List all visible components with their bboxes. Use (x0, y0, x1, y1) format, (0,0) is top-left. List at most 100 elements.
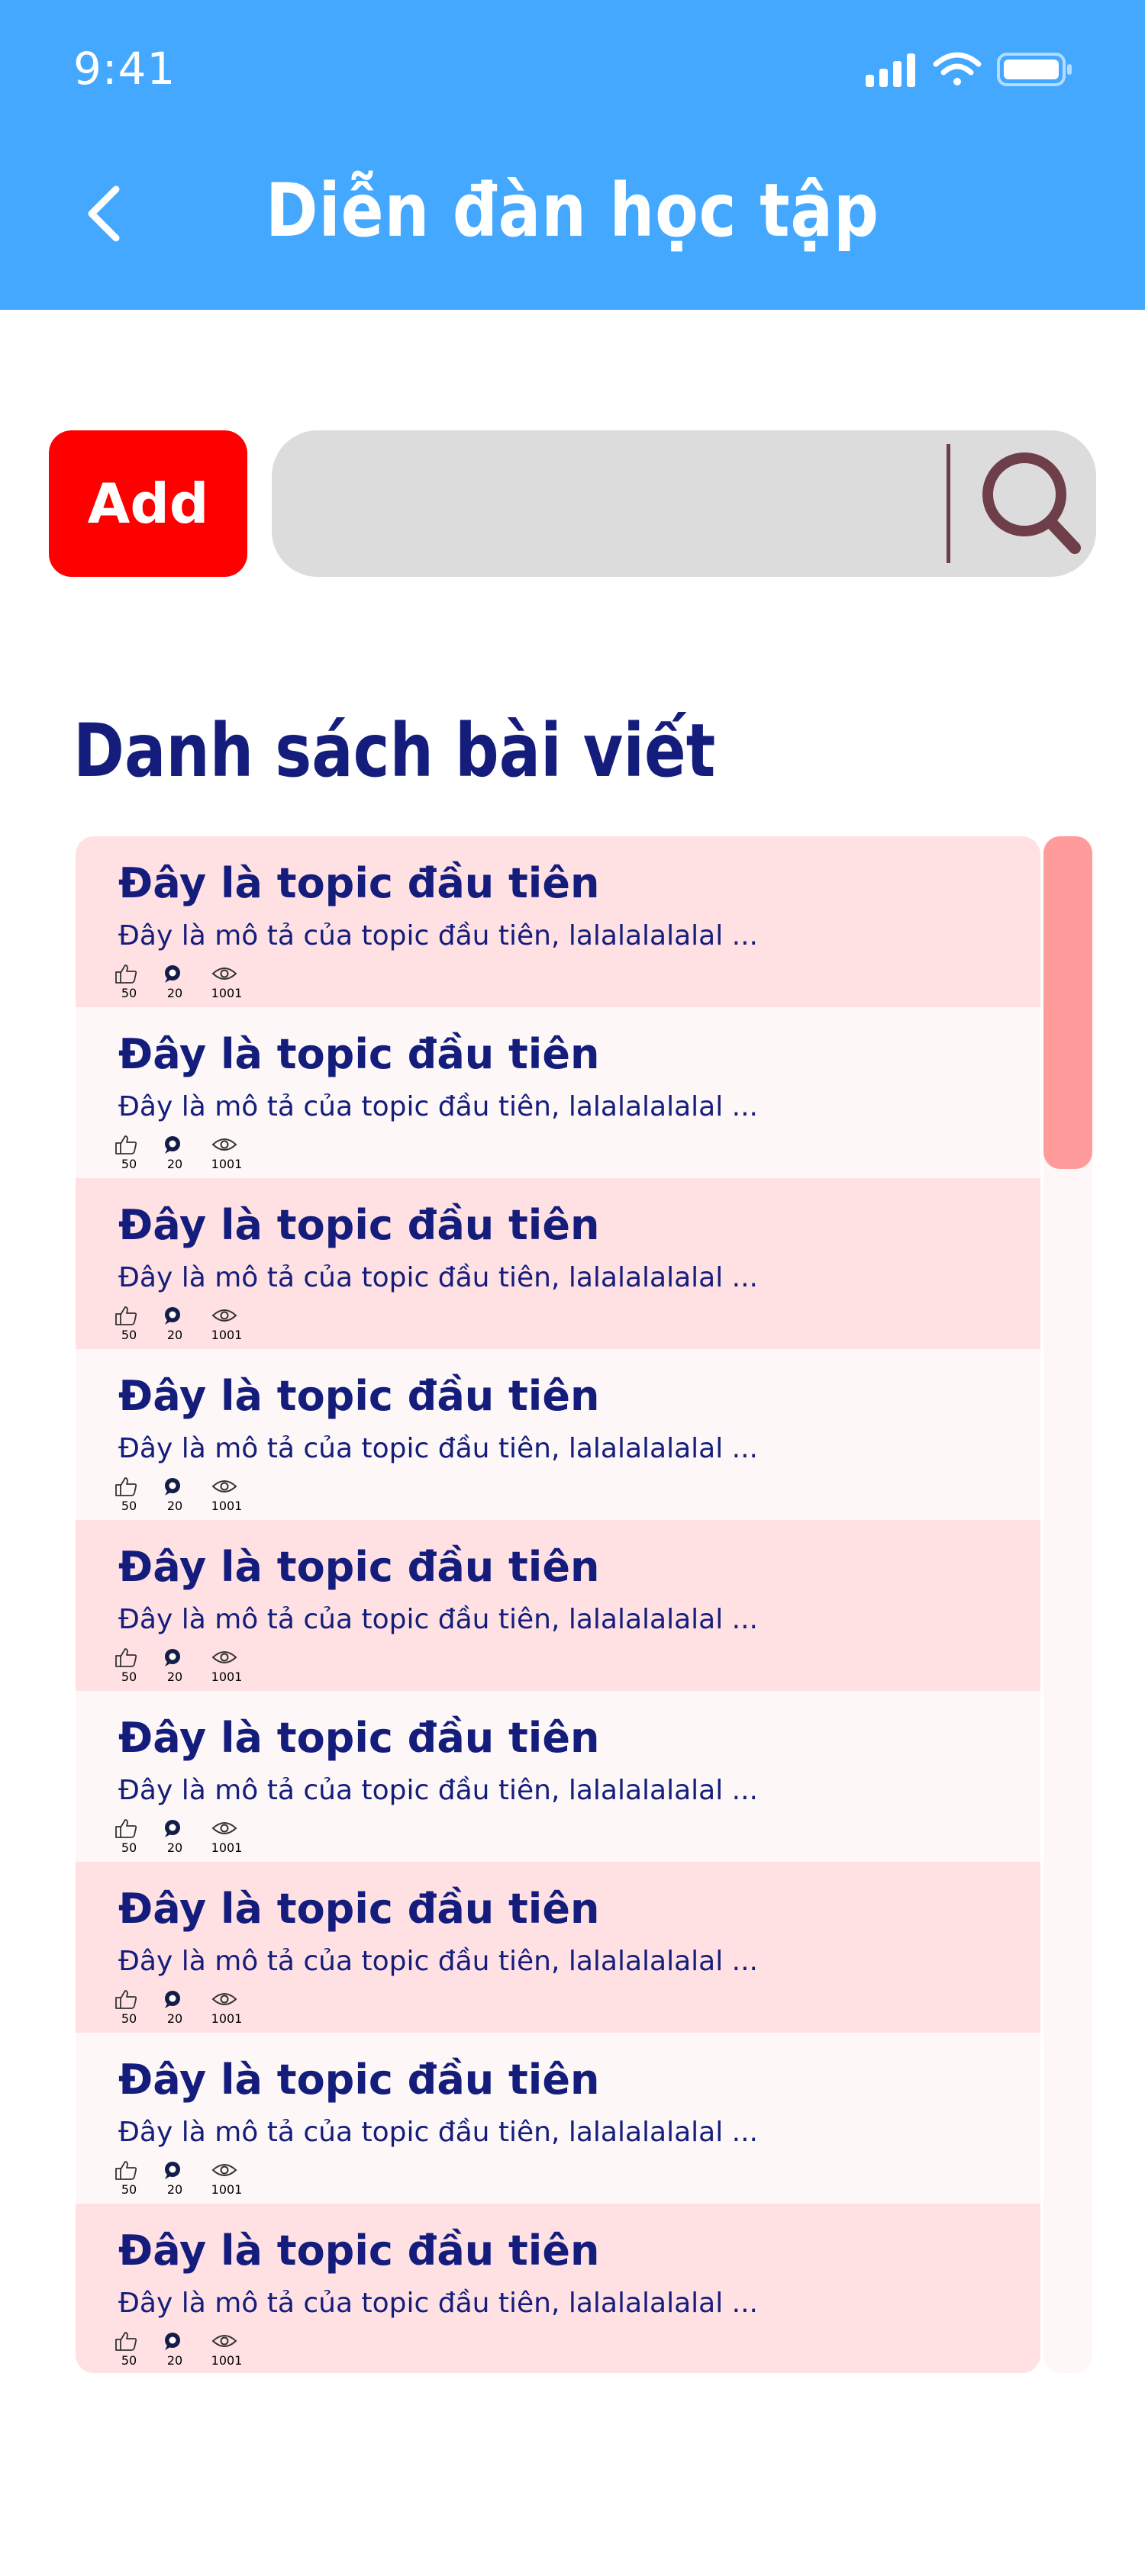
post-item-7[interactable]: Đây là topic đầu tiên Đây là mô tả của t… (76, 1862, 1040, 2033)
view-stat[interactable]: 1001 (204, 1988, 250, 2030)
search-button[interactable] (974, 443, 1089, 565)
search-input[interactable] (310, 461, 966, 546)
comment-icon (165, 1136, 180, 1154)
comment-icon (165, 1307, 180, 1325)
like-count: 50 (121, 1499, 137, 1513)
post-list-scroll[interactable]: Đây là topic đầu tiên Đây là mô tả của t… (76, 836, 1040, 2373)
like-count: 50 (121, 1840, 137, 1855)
view-stat[interactable]: 1001 (204, 2159, 250, 2201)
view-count: 1001 (211, 1157, 243, 1171)
post-description: Đây là mô tả của topic đầu tiên, lalalal… (118, 1604, 759, 1635)
like-stat[interactable]: 50 (106, 1305, 152, 1346)
view-count: 1001 (211, 1840, 243, 1855)
post-item-1[interactable]: Đây là topic đầu tiên Đây là mô tả của t… (76, 836, 1040, 1007)
comment-icon (165, 1649, 180, 1666)
like-stat[interactable]: 50 (106, 2330, 152, 2372)
eye-icon (211, 968, 237, 980)
post-description: Đây là mô tả của topic đầu tiên, lalalal… (118, 2288, 759, 2319)
like-stat[interactable]: 50 (106, 1476, 152, 1517)
comment-stat[interactable]: 20 (152, 1647, 198, 1688)
battery-icon (997, 53, 1072, 86)
like-count: 50 (121, 1157, 137, 1171)
post-title: Đây là topic đầu tiên (118, 1543, 600, 1591)
app-header: 9:41 Diễn đàn học tập (0, 0, 1145, 310)
post-item-9[interactable]: Đây là topic đầu tiên Đây là mô tả của t… (76, 2204, 1040, 2373)
comment-stat[interactable]: 20 (152, 1134, 198, 1175)
post-description: Đây là mô tả của topic đầu tiên, lalalal… (118, 1091, 759, 1122)
comment-icon (165, 2162, 180, 2179)
view-count: 1001 (211, 986, 243, 1000)
thumbs-up-icon (115, 2332, 137, 2351)
post-item-8[interactable]: Đây là topic đầu tiên Đây là mô tả của t… (76, 2033, 1040, 2204)
post-description: Đây là mô tả của topic đầu tiên, lalalal… (118, 1775, 759, 1806)
comment-count: 20 (166, 1328, 183, 1342)
like-stat[interactable]: 50 (106, 2159, 152, 2201)
signal-icon (866, 53, 915, 87)
post-item-2[interactable]: Đây là topic đầu tiên Đây là mô tả của t… (76, 1007, 1040, 1178)
like-count: 50 (121, 2182, 137, 2197)
like-count: 50 (121, 1328, 137, 1342)
like-count: 50 (121, 986, 137, 1000)
scrollbar-thumb[interactable] (1043, 836, 1092, 1169)
post-item-6[interactable]: Đây là topic đầu tiên Đây là mô tả của t… (76, 1691, 1040, 1862)
like-stat[interactable]: 50 (106, 1134, 152, 1175)
eye-icon (211, 2164, 237, 2176)
thumbs-up-icon (115, 1135, 137, 1154)
comment-count: 20 (166, 1157, 183, 1171)
like-stat[interactable]: 50 (106, 1988, 152, 2030)
thumbs-up-icon (115, 1306, 137, 1325)
view-stat[interactable]: 1001 (204, 1647, 250, 1688)
thumbs-up-icon (115, 1648, 137, 1667)
post-title: Đây là topic đầu tiên (118, 1714, 600, 1762)
like-count: 50 (121, 1670, 137, 1684)
wifi-icon (933, 52, 982, 85)
comment-stat[interactable]: 20 (152, 1818, 198, 1859)
comment-count: 20 (166, 2182, 183, 2197)
view-count: 1001 (211, 2353, 243, 2368)
like-stat[interactable]: 50 (106, 1647, 152, 1688)
view-stat[interactable]: 1001 (204, 1476, 250, 1517)
view-stat[interactable]: 1001 (204, 2330, 250, 2372)
comment-icon (165, 2333, 180, 2350)
post-item-5[interactable]: Đây là topic đầu tiên Đây là mô tả của t… (76, 1520, 1040, 1691)
eye-icon (211, 1309, 237, 1322)
post-item-3[interactable]: Đây là topic đầu tiên Đây là mô tả của t… (76, 1178, 1040, 1349)
comment-icon (165, 1820, 180, 1837)
post-title: Đây là topic đầu tiên (118, 859, 600, 907)
post-list: Đây là topic đầu tiên Đây là mô tả của t… (76, 836, 1092, 2373)
comment-stat[interactable]: 20 (152, 1476, 198, 1517)
page-title: Diễn đàn học tập (266, 168, 879, 253)
status-time: 9:41 (73, 43, 176, 95)
comment-stat[interactable]: 20 (152, 2330, 198, 2372)
thumbs-up-icon (115, 2161, 137, 2180)
comment-count: 20 (166, 1840, 183, 1855)
comment-count: 20 (166, 2353, 183, 2368)
post-item-4[interactable]: Đây là topic đầu tiên Đây là mô tả của t… (76, 1349, 1040, 1520)
comment-icon (165, 1991, 180, 2008)
like-count: 50 (121, 2011, 137, 2026)
view-stat[interactable]: 1001 (204, 1134, 250, 1175)
add-button[interactable]: Add (49, 430, 247, 577)
view-stat[interactable]: 1001 (204, 1305, 250, 1346)
comment-icon (165, 1478, 180, 1496)
post-description: Đây là mô tả của topic đầu tiên, lalalal… (118, 1262, 759, 1293)
view-stat[interactable]: 1001 (204, 963, 250, 1004)
comment-stat[interactable]: 20 (152, 2159, 198, 2201)
comment-count: 20 (166, 986, 183, 1000)
view-count: 1001 (211, 1328, 243, 1342)
comment-count: 20 (166, 1499, 183, 1513)
like-stat[interactable]: 50 (106, 1818, 152, 1859)
eye-icon (211, 1993, 237, 2005)
like-stat[interactable]: 50 (106, 963, 152, 1004)
post-title: Đây là topic đầu tiên (118, 1030, 600, 1078)
comment-stat[interactable]: 20 (152, 963, 198, 1004)
comment-stat[interactable]: 20 (152, 1305, 198, 1346)
eye-icon (211, 1138, 237, 1151)
post-title: Đây là topic đầu tiên (118, 2056, 600, 2104)
eye-icon (211, 2335, 237, 2347)
view-stat[interactable]: 1001 (204, 1818, 250, 1859)
comment-stat[interactable]: 20 (152, 1988, 198, 2030)
post-description: Đây là mô tả của topic đầu tiên, lalalal… (118, 920, 759, 952)
thumbs-up-icon (115, 1990, 137, 2009)
post-title: Đây là topic đầu tiên (118, 1201, 600, 1249)
